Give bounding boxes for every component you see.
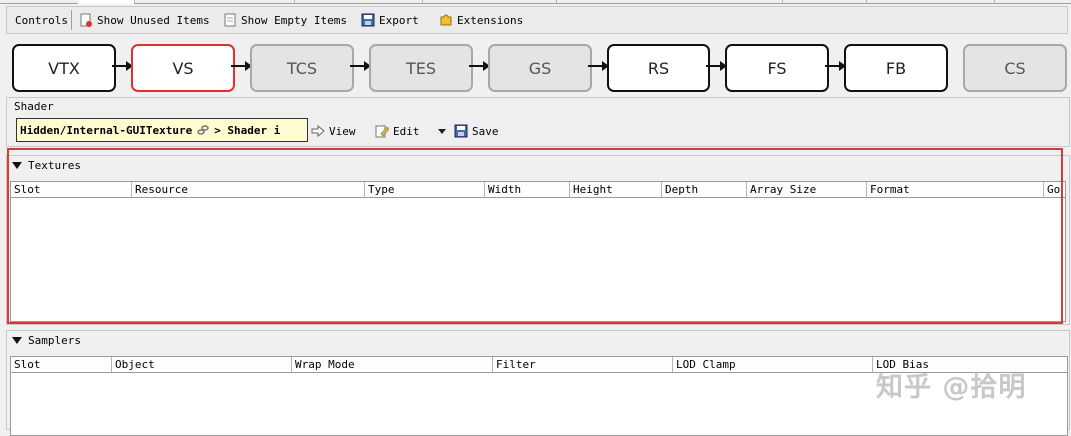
tab-strip <box>0 0 1071 4</box>
show-empty-button[interactable]: Show Empty Items <box>223 7 347 33</box>
stage-tes[interactable]: TES <box>369 44 473 92</box>
col-filter[interactable]: Filter <box>493 357 673 372</box>
controls-label: Controls <box>15 7 68 33</box>
show-unused-label: Show Unused Items <box>97 13 210 27</box>
shader-path-suffix: > Shader i <box>214 123 281 137</box>
shader-path-field[interactable]: Hidden/Internal-GUITexture > Shader i <box>16 118 308 142</box>
stage-tcs-label: TCS <box>286 58 318 78</box>
stage-tcs[interactable]: TCS <box>250 44 354 92</box>
link-icon <box>196 123 210 137</box>
save-dropdown[interactable]: Save <box>436 118 499 144</box>
shader-section-label: Shader <box>14 100 54 113</box>
samplers-header[interactable]: Samplers <box>12 334 81 347</box>
stage-vtx[interactable]: VTX <box>12 44 116 92</box>
stage-gs-label: GS <box>528 58 552 78</box>
controls-toolbar: Controls Show Unused Items Show Empty It… <box>6 6 1068 34</box>
edit-label: Edit <box>393 124 420 138</box>
stage-vs-label: VS <box>172 58 194 78</box>
show-unused-button[interactable]: Show Unused Items <box>79 7 210 33</box>
floppy-disk-icon <box>361 13 375 27</box>
pipeline-arrow <box>350 61 371 71</box>
stage-gs[interactable]: GS <box>488 44 592 92</box>
floppy-disk-icon <box>454 124 468 138</box>
stage-rs-label: RS <box>647 58 670 78</box>
show-empty-label: Show Empty Items <box>241 13 347 27</box>
stage-fb[interactable]: FB <box>844 44 948 92</box>
export-button[interactable]: Export <box>361 7 419 33</box>
watermark: 知乎 @拾明 <box>876 372 1027 403</box>
pipeline-arrow <box>112 61 133 71</box>
stage-rs[interactable]: RS <box>607 44 710 92</box>
col-lod-clamp[interactable]: LOD Clamp <box>673 357 873 372</box>
pipeline-arrow <box>825 61 846 71</box>
stage-tes-label: TES <box>405 58 437 78</box>
view-button[interactable]: View <box>311 118 356 144</box>
export-label: Export <box>379 13 419 27</box>
arrow-right-icon <box>311 124 325 138</box>
toolbar-separator <box>71 10 72 30</box>
samplers-title: Samplers <box>28 334 81 347</box>
page-red-dot-icon <box>79 13 93 27</box>
extensions-label: Extensions <box>457 13 524 27</box>
pipeline-arrow <box>588 61 609 71</box>
stage-cs-label: CS <box>1004 58 1026 78</box>
col-object[interactable]: Object <box>112 357 292 372</box>
col-wrap-mode[interactable]: Wrap Mode <box>292 357 493 372</box>
edit-button[interactable]: Edit <box>375 118 420 144</box>
dropdown-arrow-icon <box>436 124 450 138</box>
pipeline-arrow <box>231 61 252 71</box>
col-slot[interactable]: Slot <box>11 357 112 372</box>
annotation-highlight-box <box>7 148 1063 324</box>
pencil-page-icon <box>375 124 390 138</box>
page-icon <box>223 13 237 27</box>
shader-path-text: Hidden/Internal-GUITexture <box>20 123 193 137</box>
save-label: Save <box>472 124 499 138</box>
collapse-triangle-icon <box>12 337 22 344</box>
pipeline-arrow <box>706 61 727 71</box>
stage-cs[interactable]: CS <box>963 44 1067 92</box>
stage-vtx-label: VTX <box>48 58 80 78</box>
stage-fs-label: FS <box>767 58 787 78</box>
puzzle-icon <box>439 13 453 27</box>
controls-label-text: Controls <box>15 13 68 27</box>
stage-fb-label: FB <box>885 58 907 78</box>
extensions-button[interactable]: Extensions <box>439 7 523 33</box>
stage-fs[interactable]: FS <box>725 44 829 92</box>
pipeline-arrow <box>469 61 490 71</box>
view-label: View <box>329 124 356 138</box>
stage-vs[interactable]: VS <box>131 44 235 92</box>
